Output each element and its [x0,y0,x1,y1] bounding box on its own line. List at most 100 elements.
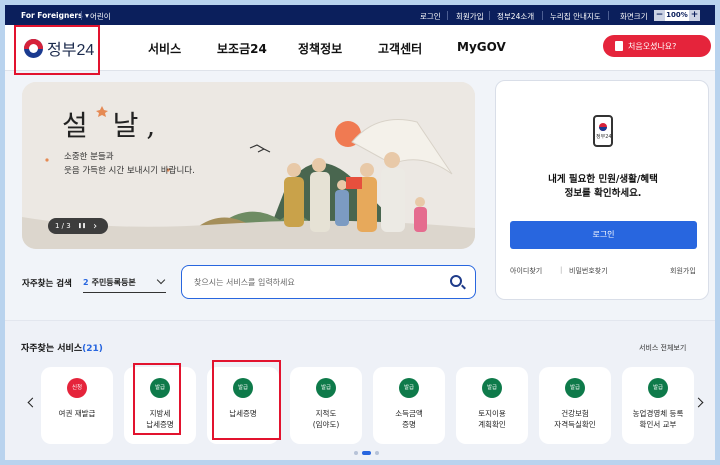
zoom-control: − 100% + [654,9,700,21]
zoom-in-button[interactable]: + [689,9,700,21]
service-label-line2: 증명 [402,420,416,429]
find-password-link[interactable]: 비밀번호찾기 [569,266,608,276]
banner-subtitle: 소중한 분들과 웃음 가득한 시간 보내시기 바랍니다. [64,150,195,178]
util-signup-link[interactable]: 회원가입 [456,11,484,22]
carousel-dots [354,451,379,455]
issue-badge: 발급 [648,378,668,398]
service-label-line1: 지방세 [149,409,171,418]
util-login-link[interactable]: 로그인 [420,11,441,22]
search-icon[interactable] [450,275,462,287]
service-label-line2: 자격득실확인 [554,420,596,429]
service-label: 건강보험자격득실확인 [539,408,611,430]
divider [81,11,82,20]
frequent-services-count: (21) [82,344,103,354]
issue-badge: 발급 [316,378,336,398]
banner-title: 설 날, [62,109,164,142]
login-message-line1: 내게 필요한 민원/생활/혜택 [548,174,658,185]
zoom-label: 화면크기 [620,12,648,21]
divider [489,11,490,20]
divider [447,11,448,20]
service-label-line1: 건강보험 [561,409,589,418]
frequent-search-value: 주민등록등본 [91,278,136,287]
util-sitemap-link[interactable]: 누리집 안내지도 [550,11,601,22]
service-tile[interactable]: 발급 소득금액증명 [373,367,445,444]
next-slide-icon[interactable]: › [93,221,97,232]
service-tile[interactable]: 발급 지방세납세증명 [124,367,196,444]
service-label: 농업경영체 등록확인서 교부 [622,408,694,430]
banner-subtitle-line2: 웃음 가득한 시간 보내시기 바랍니다. [64,166,195,176]
issue-badge: 발급 [482,378,502,398]
divider [542,11,543,20]
nav-subsidy24[interactable]: 보조금24 [217,40,267,57]
frequent-services-title: 자주찾는 서비스(21) [21,341,103,354]
zoom-out-button[interactable]: − [654,9,665,21]
service-label: 지방세납세증명 [124,408,196,430]
nav-mygov[interactable]: MyGOV [457,40,506,54]
service-tile[interactable]: 발급 건강보험 자격득실확인 [539,367,611,444]
service-label: 여권 재발급 [41,408,113,419]
main-header: 정부24 서비스 보조금24 정책정보 고객센터 MyGOV 처음오셨나요? [5,25,715,71]
chevron-left-icon[interactable] [27,397,38,408]
service-label: 납세증명 [207,408,279,419]
nav-policy-info[interactable]: 정책정보 [298,40,342,57]
page: For Foreigners ▾ 어린이 로그인 회원가입 정부24소개 누리집… [5,5,715,460]
frequent-search-select[interactable]: 2 주민등록등본 [83,271,166,293]
service-label-line1: 토지이용 [478,409,506,418]
carousel-dot-active[interactable] [362,451,371,455]
phone-logo-text: 정부24 [596,134,612,140]
login-message-line2: 정보를 확인하세요. [564,188,642,199]
issue-badge: 발급 [233,378,253,398]
banner-subtitle-line1: 소중한 분들과 [64,152,114,162]
login-card: 정부24 내게 필요한 민원/생활/혜택 정보를 확인하세요. 로그인 아이디찾… [495,80,709,300]
mobile-phone-icon: 정부24 [593,115,613,147]
frequent-services-title-text: 자주찾는 서비스 [21,344,83,354]
zoom-value: 100% [665,9,689,21]
for-foreigners-dropdown[interactable]: For Foreigners ▾ [21,11,89,20]
bookmark-icon [615,41,623,51]
service-label: 소득금액증명 [373,408,445,430]
apply-badge: 신청 [67,378,87,398]
frequent-search-rank: 2 [83,278,89,287]
util-about-link[interactable]: 정부24소개 [497,11,534,22]
service-tile[interactable]: 발급 농업경영체 등록확인서 교부 [622,367,694,444]
issue-badge: 발급 [399,378,419,398]
signup-link[interactable]: 회원가입 [670,266,696,276]
issue-badge: 발급 [150,378,170,398]
utility-bar: For Foreigners ▾ 어린이 로그인 회원가입 정부24소개 누리집… [5,5,715,25]
service-label-line1: 농업경영체 등록 [632,409,684,418]
site-logo[interactable]: 정부24 [24,36,94,60]
chevron-right-icon[interactable] [693,397,704,408]
service-label: 토지이용 계획확인 [456,408,528,430]
divider [608,11,609,20]
service-tile[interactable]: 발급 지적도 (임야도) [290,367,362,444]
service-label-line2: 납세증명 [146,420,174,429]
chevron-down-icon [156,275,166,285]
service-label-line1: 소득금액 [395,409,423,418]
search-input[interactable] [194,275,434,289]
carousel-dot[interactable] [354,451,358,455]
nav-customer-center[interactable]: 고객센터 [378,40,422,57]
view-all-services-link[interactable]: 서비스 전체보기 [639,343,686,353]
service-label-line2: (임야도) [312,420,340,429]
frequent-search-label: 자주찾는 검색 [22,279,72,289]
frequent-services-section: 자주찾는 서비스(21) 서비스 전체보기 신청 여권 재발급 발급 지방세납세… [5,320,715,460]
service-tile[interactable]: 신청 여권 재발급 [41,367,113,444]
find-id-link[interactable]: 아이디찾기 [510,266,542,276]
first-visit-button[interactable]: 처음오셨나요? [603,35,711,57]
banner-page-indicator: 1 / 3 [55,222,71,230]
service-label-line1: 여권 재발급 [58,409,96,418]
divider: | [560,266,563,274]
main-banner[interactable]: 설 날, 소중한 분들과 웃음 가득한 시간 보내시기 바랍니다. 1 / 3 … [22,82,475,249]
nav-services[interactable]: 서비스 [148,40,181,57]
login-button[interactable]: 로그인 [510,221,697,249]
banner-pager: 1 / 3 ❚❚ › [48,218,108,234]
service-label: 지적도 (임야도) [290,408,362,430]
service-label-line1: 지적도 [315,409,337,418]
pause-icon[interactable]: ❚❚ [78,223,86,229]
service-label-line2: 확인서 교부 [639,420,677,429]
kids-link[interactable]: 어린이 [90,11,111,22]
carousel-dot[interactable] [375,451,379,455]
service-tile[interactable]: 발급 토지이용 계획확인 [456,367,528,444]
service-tile[interactable]: 발급 납세증명 [207,367,279,444]
government-emblem-icon [24,38,43,58]
